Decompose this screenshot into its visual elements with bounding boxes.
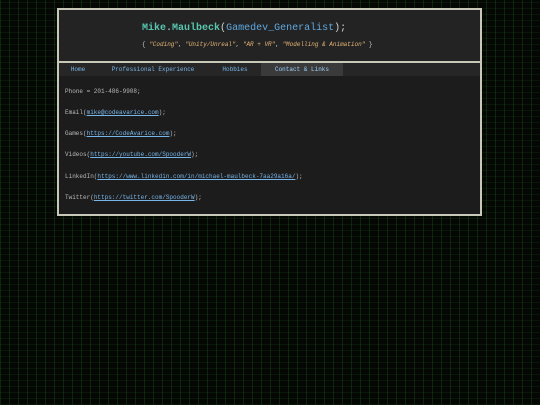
role: Gamedev_Generalist	[226, 23, 335, 34]
email-line: Email(mike@codeavarice.com);	[65, 109, 166, 116]
name-last: Maulbeck	[172, 23, 221, 34]
nav-bar: Home Professional Experience Hobbies Con…	[59, 63, 480, 76]
games-line: Games(https://CodeAvarice.com);	[65, 130, 177, 137]
main-panel: Mike.Maulbeck(Gamedev_Generalist); { "Co…	[57, 8, 482, 216]
skill-arvr: "AR + VR"	[242, 41, 276, 48]
skill-modelling: "Modelling & Animation"	[282, 41, 366, 48]
skill-unity: "Unity/Unreal"	[185, 41, 236, 48]
close-paren: );	[334, 23, 347, 34]
page-header: Mike.Maulbeck(Gamedev_Generalist); { "Co…	[59, 10, 480, 63]
page-title: Mike.Maulbeck(Gamedev_Generalist);	[142, 23, 346, 34]
linkedin-line: LinkedIn(https://www.linkedin.com/in/mic…	[65, 173, 303, 180]
videos-link[interactable]: https://youtube.com/SpooderW	[90, 151, 191, 158]
linkedin-link[interactable]: https://www.linkedin.com/in/michael-maul…	[97, 173, 295, 180]
games-link[interactable]: https://CodeAvarice.com	[87, 130, 170, 137]
email-link[interactable]: mike@codeavarice.com	[87, 109, 159, 116]
name-first: Mike	[142, 23, 167, 34]
twitter-line: Twitter(https://twitter.com/SpooderW);	[65, 194, 202, 201]
phone-line: Phone = 201-486-9908;	[65, 88, 141, 95]
tab-hobbies[interactable]: Hobbies	[209, 63, 261, 76]
skills-subtitle: { "Coding", "Unity/Unreal", "AR + VR", "…	[142, 41, 373, 48]
videos-line: Videos(https://youtube.com/SpooderW);	[65, 151, 199, 158]
tab-contact-links[interactable]: Contact & Links	[261, 63, 343, 76]
tab-professional-experience[interactable]: Professional Experience	[99, 63, 207, 76]
tab-home[interactable]: Home	[59, 63, 97, 76]
twitter-link[interactable]: https://twitter.com/SpooderW	[94, 194, 195, 201]
skill-coding: "Coding"	[149, 41, 179, 48]
